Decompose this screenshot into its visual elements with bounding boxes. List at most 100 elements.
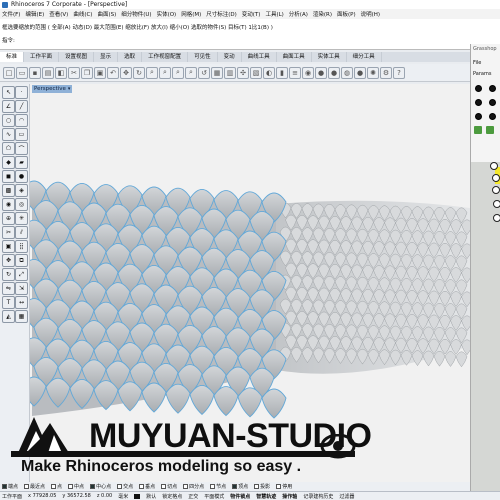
- gh-param-icon[interactable]: [475, 113, 482, 120]
- tab-viewport-layout[interactable]: 工作视窗配置: [142, 52, 189, 62]
- hide-icon[interactable]: ◐: [263, 66, 275, 79]
- boolean-union-icon[interactable]: ◉: [2, 198, 15, 211]
- viewport-title-tab[interactable]: Perspective ▾: [32, 85, 73, 93]
- osnap-option[interactable]: 交点: [117, 483, 133, 490]
- viewport-menu-arrow-icon[interactable]: ▾: [68, 85, 71, 93]
- copy-icon[interactable]: ❐: [81, 66, 93, 79]
- join-icon[interactable]: ⊕: [2, 212, 15, 225]
- menu-curve[interactable]: 曲线(C): [73, 10, 92, 18]
- menu-dimension[interactable]: 尺寸标注(D): [206, 10, 237, 18]
- menu-transform[interactable]: 变动(T): [242, 10, 261, 18]
- rotate-view-icon[interactable]: ↻: [133, 66, 145, 79]
- osnap-option[interactable]: 投影: [254, 483, 270, 490]
- zoom-window-icon[interactable]: ⌕: [159, 66, 171, 79]
- tab-cplanes[interactable]: 工作平面: [24, 52, 60, 62]
- osnap-option[interactable]: 中心点: [90, 483, 111, 490]
- osnap-option[interactable]: 垂点: [139, 483, 155, 490]
- gh-param-icon[interactable]: [489, 113, 496, 120]
- osnap-checkbox[interactable]: [254, 484, 260, 489]
- menu-edit[interactable]: 编辑(E): [25, 10, 44, 18]
- sphere-icon[interactable]: ●: [15, 170, 28, 183]
- osnap-checkbox[interactable]: [117, 484, 123, 489]
- properties-icon[interactable]: ◉: [302, 66, 314, 79]
- undo-icon[interactable]: ↶: [107, 66, 119, 79]
- cut-icon[interactable]: ✂: [68, 66, 80, 79]
- text-icon[interactable]: T: [2, 296, 15, 309]
- move-icon[interactable]: ✣: [237, 66, 249, 79]
- array-icon[interactable]: ⣿: [15, 240, 28, 253]
- osnap-checkbox[interactable]: [139, 484, 145, 489]
- osnap-checkbox[interactable]: [68, 484, 74, 489]
- new-file-icon[interactable]: □: [3, 66, 15, 79]
- layers-icon[interactable]: ≡: [289, 66, 301, 79]
- trim-icon[interactable]: ✂: [2, 226, 15, 239]
- status-planar[interactable]: 平面模式: [204, 493, 224, 500]
- gh-node-input[interactable]: [492, 174, 500, 182]
- status-gumball[interactable]: 操作轴: [282, 493, 297, 500]
- zoom-extents-icon[interactable]: ⌕: [172, 66, 184, 79]
- grasshopper-file-menu[interactable]: File: [473, 60, 481, 66]
- tab-transform[interactable]: 变动: [218, 52, 242, 62]
- osnap-option[interactable]: 节点: [210, 483, 226, 490]
- tab-standard[interactable]: 标准: [0, 52, 25, 62]
- status-history[interactable]: 记录建构历史: [303, 493, 333, 500]
- tab-display[interactable]: 显示: [94, 52, 119, 62]
- menu-solid[interactable]: 实体(O): [157, 10, 177, 18]
- cplane-icon[interactable]: ▥: [224, 66, 236, 79]
- grasshopper-canvas[interactable]: [471, 162, 500, 492]
- osnap-option[interactable]: 最近点: [24, 483, 45, 490]
- surface-icon[interactable]: ◆: [2, 156, 15, 169]
- arc-icon[interactable]: ◠: [15, 114, 28, 127]
- status-osnap[interactable]: 物件锁点: [230, 493, 250, 500]
- gh-save-icon[interactable]: [486, 126, 494, 134]
- osnap-option[interactable]: 停用: [276, 483, 292, 490]
- open-file-icon[interactable]: ▭: [16, 66, 28, 79]
- tab-select[interactable]: 选取: [118, 52, 143, 62]
- osnap-option[interactable]: 切点: [161, 483, 177, 490]
- circle-icon[interactable]: ○: [2, 114, 15, 127]
- boolean-difference-icon[interactable]: ◎: [15, 198, 28, 211]
- gh-node-input[interactable]: [493, 200, 500, 208]
- polygon-icon[interactable]: ⬠: [2, 142, 15, 155]
- mesh-icon[interactable]: ▩: [2, 184, 15, 197]
- gumball-move-icon[interactable]: ✥: [2, 254, 15, 267]
- menu-mesh[interactable]: 网格(M): [181, 10, 201, 18]
- gh-param-icon[interactable]: [475, 99, 482, 106]
- menu-surface[interactable]: 曲面(S): [97, 10, 116, 18]
- line-icon[interactable]: ╱: [15, 100, 28, 113]
- osnap-checkbox[interactable]: [210, 484, 216, 489]
- gh-param-icon[interactable]: [489, 99, 496, 106]
- status-layer[interactable]: 默认: [146, 493, 156, 500]
- four-viewports-icon[interactable]: ▦: [211, 66, 223, 79]
- tab-set-view[interactable]: 设置视图: [59, 52, 95, 62]
- osnap-checkbox[interactable]: [276, 484, 282, 489]
- osnap-checkbox[interactable]: [232, 484, 238, 489]
- zoom-selected-icon[interactable]: ⌕: [185, 66, 197, 79]
- gh-param-icon[interactable]: [475, 85, 482, 92]
- pan-icon[interactable]: ✥: [120, 66, 132, 79]
- menu-file[interactable]: 文件(F): [2, 10, 20, 18]
- status-smarttrack[interactable]: 智慧轨迹: [256, 493, 276, 500]
- gh-node-input[interactable]: [490, 162, 498, 170]
- explode-icon[interactable]: ✳: [15, 212, 28, 225]
- group-icon[interactable]: ▣: [2, 240, 15, 253]
- save-icon[interactable]: ▪: [29, 66, 41, 79]
- osnap-checkbox[interactable]: [161, 484, 167, 489]
- scale-icon[interactable]: ⤢: [15, 268, 28, 281]
- undo-view-icon[interactable]: ↺: [198, 66, 210, 79]
- osnap-checkbox[interactable]: [51, 484, 57, 489]
- polyline-icon[interactable]: ∠: [2, 100, 15, 113]
- lock-icon[interactable]: ▮: [276, 66, 288, 79]
- material-icon[interactable]: ●: [354, 66, 366, 79]
- zoom-dynamic-icon[interactable]: ⌕: [146, 66, 158, 79]
- tab-visibility[interactable]: 可见性: [188, 52, 218, 62]
- menu-render[interactable]: 渲染(R): [313, 10, 332, 18]
- rectangle-icon[interactable]: ▭: [15, 128, 28, 141]
- orient-icon[interactable]: ⇲: [15, 282, 28, 295]
- copy-object-icon[interactable]: ⧉: [15, 254, 28, 267]
- analysis-icon[interactable]: ◭: [2, 310, 15, 323]
- split-icon[interactable]: ⫽: [15, 226, 28, 239]
- grid-icon[interactable]: ▦: [15, 310, 28, 323]
- mirror-icon[interactable]: ⇋: [2, 282, 15, 295]
- command-input[interactable]: [14, 36, 468, 44]
